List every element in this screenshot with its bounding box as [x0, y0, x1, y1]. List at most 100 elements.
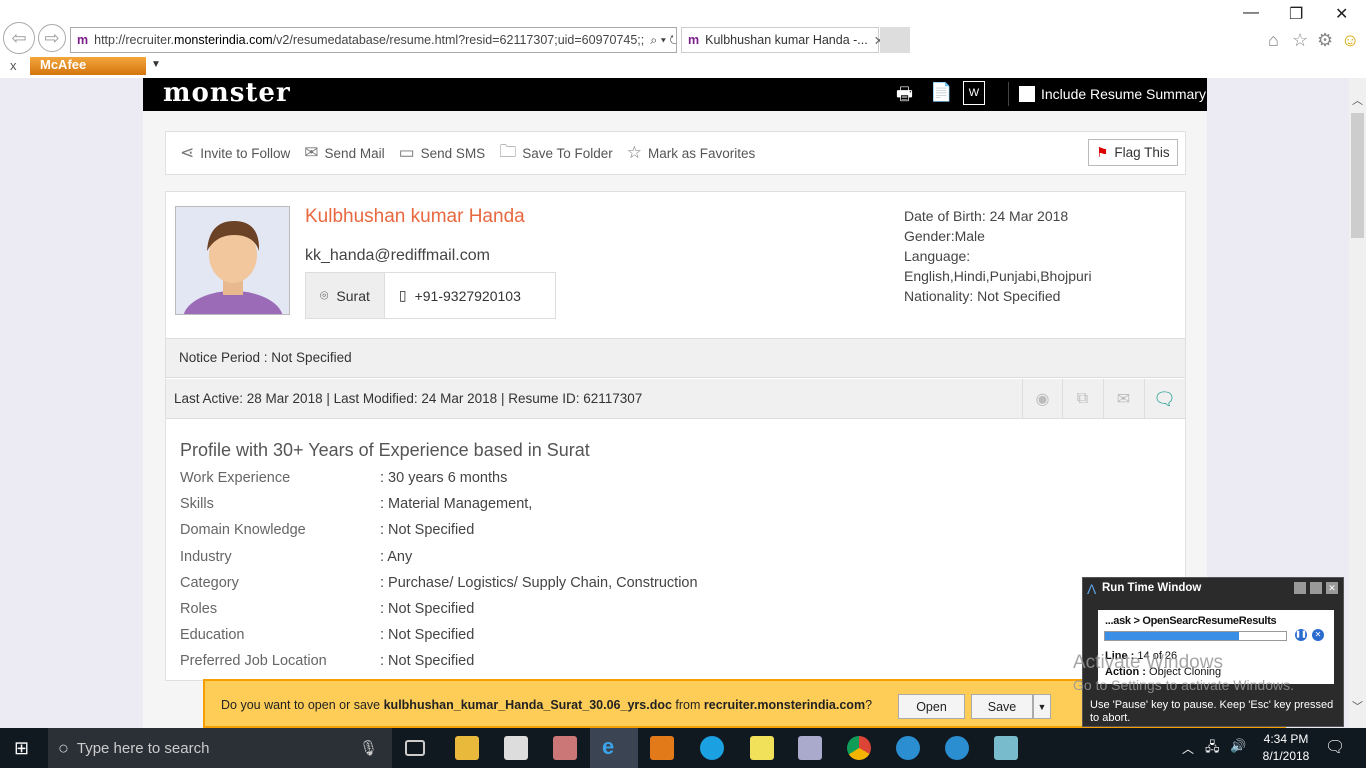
line-value: 14 of 26 [1137, 650, 1178, 662]
minimize-icon[interactable]: — [1243, 4, 1259, 22]
url-domain: monsterindia.com [174, 33, 273, 47]
microphone-icon[interactable]: 🎙 [359, 739, 378, 757]
document-icon[interactable]: 📄 [930, 82, 952, 103]
detail-row: Skills: Material Management, [180, 496, 880, 512]
contact-box: ⌾ Surat ▯ +91-9327920103 [305, 272, 556, 319]
favorites-star-icon[interactable]: ☆ [1292, 30, 1308, 51]
ie-taskbar-button[interactable]: e [590, 728, 638, 768]
mark-favorites-button[interactable]: ☆ Mark as Favorites [627, 143, 756, 163]
network-icon[interactable]: 🖧 [1205, 738, 1220, 760]
run-time-window: Λ Run Time Window ✕ ...ask > OpenSearcRe… [1082, 577, 1344, 727]
url-prefix: http://recruiter. [94, 33, 175, 47]
app-logo-icon: Λ [1087, 581, 1097, 597]
scroll-down-icon[interactable]: ﹀ [1352, 698, 1363, 714]
clock[interactable]: 4:34 PM 8/1/2018 [1256, 732, 1316, 763]
nationality: Nationality: Not Specified [904, 288, 1061, 304]
tab-title: Kulbhushan kumar Handa -... [705, 33, 868, 47]
pause-icon[interactable]: ❚❚ [1295, 629, 1307, 641]
rtw-progress-fill [1105, 632, 1239, 640]
include-summary-checkbox[interactable]: Include Resume Summary [1008, 82, 1206, 106]
action-label: Mark as Favorites [648, 145, 756, 161]
automation-app-icon-2[interactable] [945, 736, 969, 760]
flag-this-button[interactable]: ⚑ Flag This [1088, 139, 1178, 166]
location-text: Surat [336, 287, 370, 304]
chrome-icon[interactable] [847, 736, 871, 760]
save-dropdown-icon[interactable]: ▼ [1033, 694, 1051, 719]
rtw-progress-bar [1104, 631, 1287, 641]
envelope-open-icon[interactable]: ✉ [1103, 379, 1143, 419]
rtw-hint: Use 'Pause' key to pause. Keep 'Esc' key… [1090, 699, 1334, 724]
scroll-up-icon[interactable]: ︿ [1352, 92, 1363, 108]
store-icon[interactable] [504, 736, 528, 760]
task-view-icon[interactable] [405, 740, 425, 756]
close-toolbar-icon[interactable]: x [10, 58, 17, 73]
rtw-close-icon[interactable]: ✕ [1326, 582, 1338, 594]
action-label: Send Mail [324, 145, 385, 161]
close-icon[interactable]: ✕ [1335, 4, 1348, 24]
send-sms-button[interactable]: ▭ Send SMS [399, 143, 486, 163]
address-bar[interactable]: m http://recruiter. monsterindia.com/v2/re… [70, 27, 677, 53]
send-mail-button[interactable]: ✉ Send Mail [304, 143, 384, 163]
stop-icon[interactable]: ✕ [1312, 629, 1324, 641]
dropdown-arrow-icon[interactable]: ▼ [151, 59, 161, 70]
language-label: Language: [904, 248, 971, 264]
tray-chevron-icon[interactable]: ︿ [1182, 740, 1194, 757]
print-icon[interactable]: 🖶 [896, 82, 913, 112]
paint-app-icon[interactable] [553, 736, 577, 760]
candidate-name[interactable]: Kulbhushan kumar Handa [305, 206, 525, 228]
invite-to-follow-button[interactable]: ⋖ Invite to Follow [180, 143, 290, 163]
mcafee-button[interactable]: McAfee [30, 57, 146, 75]
taskbar-search[interactable]: ○ Type here to search 🎙 [48, 728, 392, 768]
view-icon[interactable]: ◉ [1022, 379, 1062, 419]
detail-key: Industry [180, 548, 232, 565]
save-to-folder-button[interactable]: 🗀 Save To Folder [499, 139, 613, 168]
forward-button[interactable]: ⇨ [38, 24, 66, 52]
notifications-icon[interactable]: 🗨 [1325, 737, 1345, 757]
skype-icon[interactable] [700, 736, 724, 760]
vertical-scrollbar[interactable]: ︿ ﹀ [1349, 78, 1366, 728]
phone-text: +91-9327920103 [414, 287, 521, 304]
detail-row: Education: Not Specified [180, 627, 880, 643]
outlook-icon[interactable] [650, 736, 674, 760]
detail-key: Skills [180, 496, 214, 513]
app-icon[interactable] [798, 736, 822, 760]
profile-summary-title: Profile with 30+ Years of Experience bas… [180, 440, 590, 460]
smiley-icon[interactable]: ☺ [1341, 30, 1359, 51]
file-explorer-icon[interactable] [455, 736, 479, 760]
automation-app-icon[interactable] [896, 736, 920, 760]
detail-value: : 30 years 6 months [380, 470, 508, 486]
action-bar: ⋖ Invite to Follow ✉ Send Mail ▭ Send SMS 🗀… [165, 131, 1186, 175]
monster-logo: monster [163, 78, 291, 108]
app-icon-2[interactable] [994, 736, 1018, 760]
save-button[interactable]: Save [971, 694, 1033, 719]
detail-row: Domain Knowledge: Not Specified [180, 522, 880, 538]
browser-tab[interactable]: m Kulbhushan kumar Handa -... ✕ [681, 27, 884, 53]
detail-row: Work Experience: 30 years 6 months [180, 470, 880, 486]
search-refresh-icon[interactable]: ⌕ ▾ ↻ [644, 33, 676, 48]
chat-icon[interactable]: 🗨 [1144, 379, 1184, 419]
checkbox-box[interactable] [1019, 86, 1035, 102]
settings-gear-icon[interactable]: ⚙ [1317, 30, 1333, 51]
detail-row: Category: Purchase/ Logistics/ Supply Ch… [180, 575, 880, 591]
sticky-notes-icon[interactable] [750, 736, 774, 760]
home-icon[interactable]: ⌂ [1268, 30, 1279, 51]
back-button[interactable]: ⇦ [3, 22, 35, 54]
word-doc-icon[interactable]: W [963, 81, 985, 105]
restore-icon[interactable]: ❐ [1289, 4, 1303, 24]
volume-icon[interactable]: 🔊 [1230, 738, 1246, 754]
start-windows-icon[interactable]: ⊞ [14, 738, 29, 759]
detail-row: Industry: Any [180, 549, 880, 565]
rtw-minimize-icon[interactable] [1294, 582, 1306, 594]
browser-chrome: ⇦ ⇨ m http://recruiter. monsterindia.com/v… [0, 0, 1366, 78]
personal-info: Date of Birth: 24 Mar 2018 Gender:Male L… [904, 206, 1092, 306]
rtw-maximize-icon[interactable] [1310, 582, 1322, 594]
msg-pre: Do you want to open or save [221, 698, 384, 712]
flag-label: Flag This [1114, 145, 1170, 160]
open-button[interactable]: Open [898, 694, 965, 719]
new-tab-button[interactable] [880, 27, 910, 53]
detail-key: Domain Knowledge [180, 522, 306, 539]
candidate-email[interactable]: kk_handa@rediffmail.com [305, 247, 490, 265]
location-pin-icon: ⌾ [320, 287, 329, 303]
compare-icon[interactable]: ⧉ [1062, 379, 1102, 419]
scroll-thumb[interactable] [1351, 113, 1364, 238]
